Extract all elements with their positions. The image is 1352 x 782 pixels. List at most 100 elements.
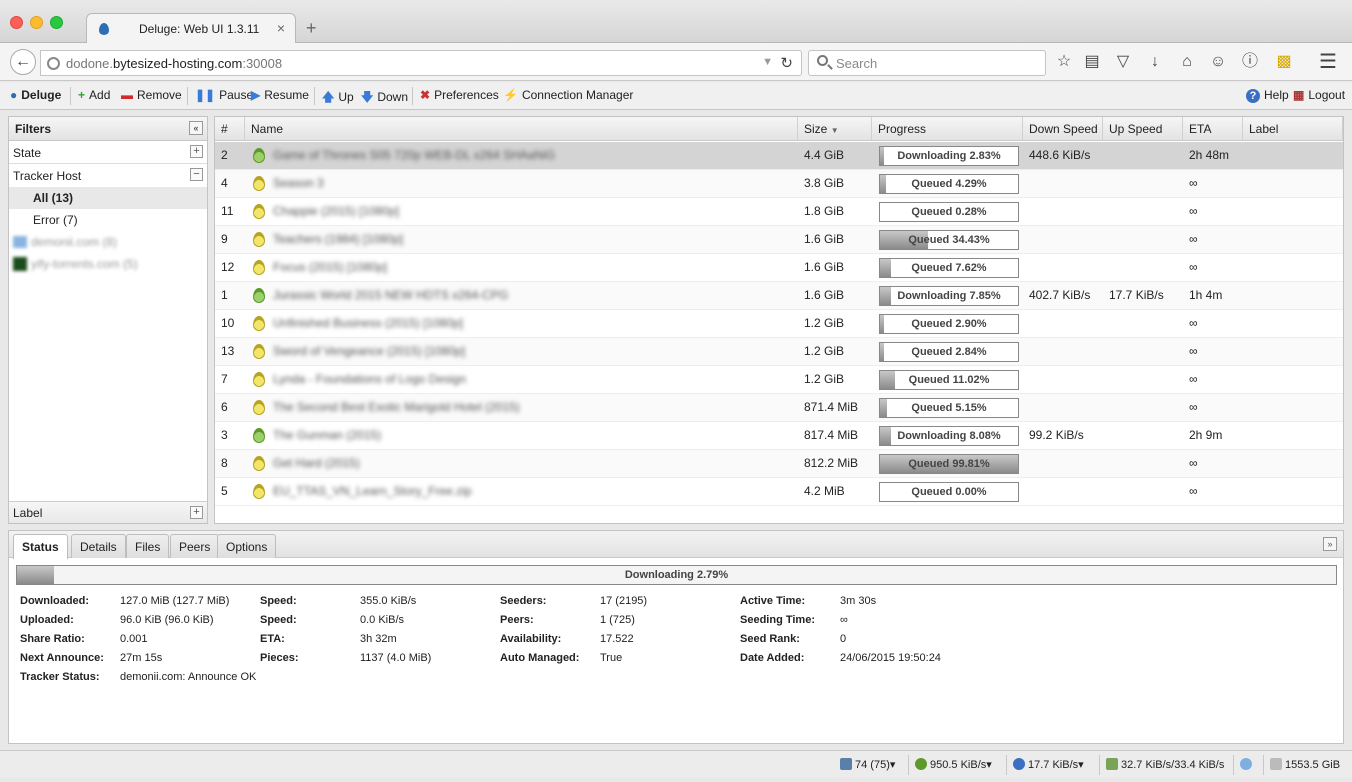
arrow-down-icon: 🡇 (361, 90, 374, 104)
queue-down-button[interactable]: 🡇 Down (361, 88, 408, 109)
ruler-icon[interactable]: ▩ (1274, 52, 1294, 72)
col-down-speed[interactable]: Down Speed (1023, 117, 1103, 141)
preferences-button[interactable]: ✖ Preferences (420, 88, 499, 102)
stat-value: 96.0 KiB (96.0 KiB) (120, 614, 214, 626)
free-space-status: 1553.5 GiB (1270, 758, 1340, 771)
upload-speed-status[interactable]: 17.7 KiB/s▾ (1013, 758, 1084, 771)
connections-status[interactable]: 74 (75)▾ (840, 758, 895, 771)
filter-tracker-section[interactable]: Tracker Host − (9, 164, 207, 187)
expand-icon[interactable]: + (190, 145, 203, 158)
back-button[interactable]: ← (10, 49, 36, 75)
collapse-down-icon[interactable]: » (1323, 537, 1337, 551)
tab-close-icon[interactable]: × (277, 20, 285, 36)
tab-peers[interactable]: Peers (170, 534, 220, 558)
table-row[interactable]: 3 The Gunman (2015) 817.4 MiB Downloadin… (215, 422, 1343, 450)
deluge-logo: ● Deluge (10, 88, 62, 102)
close-window-button[interactable] (10, 16, 23, 29)
reload-icon[interactable]: ↻ (780, 54, 793, 72)
search-icon (817, 55, 828, 66)
table-row[interactable]: 4 Season 3 3.8 GiB Queued 4.29% ∞ (215, 170, 1343, 198)
cell-num: 7 (221, 372, 228, 386)
remove-button[interactable]: ▬ Remove (121, 88, 182, 102)
minimize-window-button[interactable] (30, 16, 43, 29)
table-row[interactable]: 8 Get Hard (2015) 812.2 MiB Queued 99.81… (215, 450, 1343, 478)
add-button[interactable]: + Add (78, 88, 110, 102)
cell-name: Sword of Vengeance (2015) [1080p] (273, 344, 466, 358)
table-row[interactable]: 6 The Second Best Exotic Marigold Hotel … (215, 394, 1343, 422)
row-progress-bar: Queued 11.02% (879, 370, 1019, 390)
filter-state-section[interactable]: State + (9, 141, 207, 164)
url-bar[interactable]: dodone.bytesized-hosting.com:30008 ▼ ↻ (40, 50, 802, 76)
col-label[interactable]: Label (1243, 117, 1343, 141)
col-size[interactable]: Size ▼ (798, 117, 872, 141)
filter-label-section[interactable]: Label + (9, 501, 207, 523)
menu-icon[interactable]: ☰ (1318, 52, 1338, 72)
minus-icon: ▬ (121, 88, 133, 102)
filter-item-error[interactable]: Error (7) (9, 209, 207, 231)
filter-item-tracker[interactable]: yify-torrents.com (5) (9, 253, 207, 275)
home-icon[interactable]: ⌂ (1177, 52, 1197, 72)
url-dropdown-icon[interactable]: ▼ (762, 56, 773, 68)
connection-manager-button[interactable]: ⚡ Connection Manager (503, 88, 633, 102)
bookmark-star-icon[interactable]: ☆ (1054, 52, 1074, 72)
details-progress-text: Downloading 2.79% (624, 569, 729, 581)
filter-item-all[interactable]: All (13) (9, 187, 207, 209)
cell-up-speed (1103, 198, 1183, 226)
reading-list-icon[interactable]: ▤ (1082, 52, 1102, 72)
stat-value: 17.522 (600, 633, 634, 645)
browser-tab[interactable]: Deluge: Web UI 1.3.11 × (86, 13, 296, 44)
col-num[interactable]: # (215, 117, 245, 141)
tab-details[interactable]: Details (71, 534, 126, 558)
stat-value: True (600, 652, 623, 664)
col-eta[interactable]: ETA (1183, 117, 1243, 141)
collapse-icon[interactable]: − (190, 168, 203, 181)
table-row[interactable]: 2 Game of Thrones S05 720p WEB-DL x264 S… (215, 142, 1343, 170)
pause-button[interactable]: ❚❚ Pause (195, 88, 253, 102)
info-icon[interactable]: ⓘ (1240, 52, 1260, 72)
collapse-left-icon[interactable]: « (189, 121, 203, 135)
cell-label (1243, 338, 1343, 366)
table-row[interactable]: 13 Sword of Vengeance (2015) [1080p] 1.2… (215, 338, 1343, 366)
download-icon[interactable]: ↓ (1145, 52, 1165, 72)
table-row[interactable]: 12 Focus (2015) [1080p] 1.6 GiB Queued 7… (215, 254, 1343, 282)
network-icon (840, 758, 852, 770)
table-row[interactable]: 9 Teachers (1984) [1080p] 1.6 GiB Queued… (215, 226, 1343, 254)
col-name[interactable]: Name (245, 117, 798, 141)
grid-header: # Name Size ▼ Progress Down Speed Up Spe… (215, 117, 1343, 141)
table-row[interactable]: 7 Lynda - Foundations of Logo Design 1.2… (215, 366, 1343, 394)
cell-up-speed (1103, 310, 1183, 338)
new-tab-button[interactable]: + (306, 18, 317, 38)
queued-icon (253, 372, 265, 387)
cell-down-speed (1023, 170, 1103, 198)
logout-button[interactable]: ▦ Logout (1293, 88, 1345, 102)
table-row[interactable]: 5 EU_TTAS_VN_Learn_Story_Free.zip 4.2 Mi… (215, 478, 1343, 506)
cell-name: Lynda - Foundations of Logo Design (273, 372, 467, 386)
tab-status[interactable]: Status (13, 534, 68, 559)
details-tabs: Status Details Files Peers Options » (9, 531, 1343, 559)
cell-down-speed (1023, 478, 1103, 506)
stat-label: Next Announce: (20, 652, 104, 664)
download-speed-status[interactable]: 950.5 KiB/s▾ (915, 758, 992, 771)
help-button[interactable]: ? Help (1246, 88, 1289, 103)
stat-value: 0.0 KiB/s (360, 614, 405, 626)
table-row[interactable]: 11 Chappie (2015) [1080p] 1.8 GiB Queued… (215, 198, 1343, 226)
dht-icon (1240, 758, 1252, 770)
hello-icon[interactable]: ☺ (1208, 52, 1228, 72)
cell-down-speed: 99.2 KiB/s (1029, 428, 1084, 442)
tab-files[interactable]: Files (126, 534, 170, 558)
search-input[interactable]: Search (808, 50, 1046, 76)
table-row[interactable]: 1 Jurassic World 2015 NEW HDTS x264-CPG … (215, 282, 1343, 310)
col-up-speed[interactable]: Up Speed (1103, 117, 1183, 141)
url-text[interactable]: dodone.bytesized-hosting.com:30008 (66, 56, 282, 71)
table-row[interactable]: 10 Unfinished Business (2015) [1080p] 1.… (215, 310, 1343, 338)
pocket-icon[interactable]: ▽ (1113, 52, 1133, 72)
tab-options[interactable]: Options (217, 534, 277, 558)
filter-item-tracker[interactable]: demonii.com (8) (9, 231, 207, 253)
row-progress-text: Queued 11.02% (908, 374, 990, 386)
expand-icon[interactable]: + (190, 506, 203, 519)
col-progress[interactable]: Progress (872, 117, 1023, 141)
zoom-window-button[interactable] (50, 16, 63, 29)
resume-button[interactable]: ▶ Resume (251, 88, 309, 102)
queue-up-button[interactable]: 🡅 Up (322, 88, 354, 109)
details-panel: Status Details Files Peers Options » Dow… (8, 530, 1344, 744)
